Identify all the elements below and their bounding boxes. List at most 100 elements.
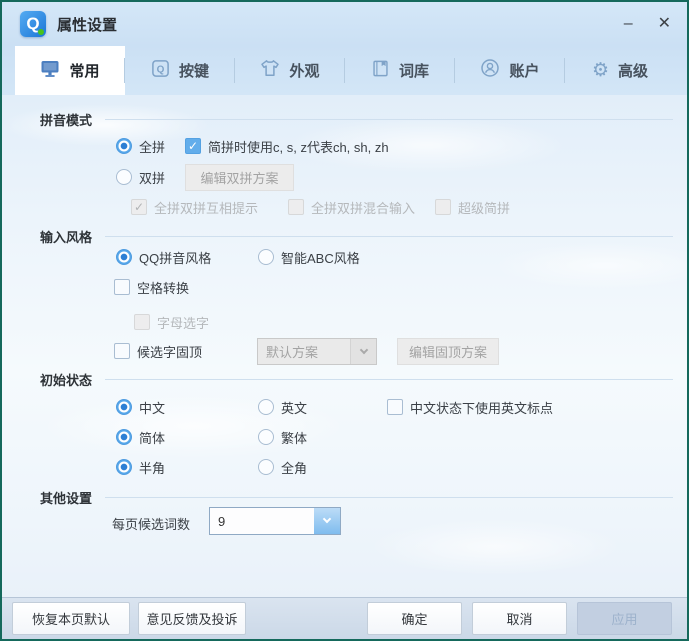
radio-on-icon — [116, 429, 132, 445]
section-other-settings: 其他设置 — [40, 488, 673, 506]
radio-label: 英文 — [281, 398, 307, 417]
tab-label: 常用 — [69, 60, 99, 81]
tab-label: 外观 — [289, 60, 319, 81]
chevron-down-icon[interactable] — [314, 508, 340, 534]
radio-off-icon — [258, 249, 274, 265]
radio-off-icon — [258, 429, 274, 445]
checkbox-mixed-input: 全拼双拼混合输入 — [288, 195, 415, 219]
checkbox-label: 字母选字 — [157, 313, 209, 332]
section-title: 拼音模式 — [40, 110, 92, 129]
checkbox-label: 中文状态下使用英文标点 — [410, 398, 553, 417]
properties-window: Q 属性设置 – ✕ 常用 Q — [0, 0, 689, 641]
select-value: 默认方案 — [258, 339, 350, 364]
radio-english[interactable]: 英文 — [258, 395, 307, 419]
checkbox-label: 简拼时使用c, s, z代表ch, sh, zh — [208, 137, 389, 156]
radio-label: 双拼 — [139, 168, 165, 187]
checkbox-unchecked-icon — [114, 279, 130, 295]
window-controls: – ✕ — [624, 16, 671, 32]
chevron-down-icon — [350, 339, 376, 364]
edit-shuangpin-button: 编辑双拼方案 — [185, 164, 294, 191]
tab-appearance[interactable]: 外观 — [235, 46, 345, 95]
checkbox-checked-icon — [185, 138, 201, 154]
radio-off-icon — [116, 169, 132, 185]
tab-bar: 常用 Q 按键 外观 — [2, 46, 687, 95]
radio-shuangpin[interactable]: 双拼 — [116, 165, 165, 189]
checkbox-disabled-icon — [435, 199, 451, 215]
radio-label: 繁体 — [281, 428, 307, 447]
cancel-button[interactable]: 取消 — [472, 602, 567, 635]
tab-label: 账户 — [509, 60, 539, 81]
checkbox-label: 全拼双拼混合输入 — [311, 198, 415, 217]
tab-account[interactable]: 账户 — [455, 46, 565, 95]
checkbox-disabled-checked-icon — [131, 199, 147, 215]
radio-quanpin[interactable]: 全拼 — [116, 134, 165, 158]
radio-label: 半角 — [139, 458, 165, 477]
section-title: 其他设置 — [40, 488, 92, 507]
q-key-icon: Q — [151, 59, 170, 83]
radio-half-width[interactable]: 半角 — [116, 455, 165, 479]
section-divider — [105, 236, 673, 237]
section-initial-state: 初始状态 — [40, 370, 673, 388]
radio-traditional[interactable]: 繁体 — [258, 425, 307, 449]
radio-on-icon — [116, 249, 132, 265]
radio-on-icon — [116, 459, 132, 475]
tab-keys[interactable]: Q 按键 — [125, 46, 235, 95]
tab-common[interactable]: 常用 — [15, 46, 125, 95]
radio-label: 全拼 — [139, 137, 165, 156]
restore-defaults-button[interactable]: 恢复本页默认 — [12, 602, 130, 635]
titlebar: Q 属性设置 – ✕ — [2, 2, 687, 46]
radio-full-width[interactable]: 全角 — [258, 455, 307, 479]
minimize-icon[interactable]: – — [624, 16, 633, 32]
edit-pin-scheme-button: 编辑固顶方案 — [397, 338, 499, 365]
section-input-style: 输入风格 — [40, 227, 673, 245]
tab-label: 高级 — [618, 60, 648, 81]
checkbox-space-convert[interactable]: 空格转换 — [114, 275, 189, 299]
checkbox-label: 超级简拼 — [458, 198, 510, 217]
settings-panel-common: 拼音模式 全拼 简拼时使用c, s, z代表ch, sh, zh 双拼 编辑双拼… — [2, 95, 687, 597]
section-divider — [105, 119, 673, 120]
svg-text:Q: Q — [157, 64, 165, 75]
checkbox-super-jianpin: 超级简拼 — [435, 195, 510, 219]
radio-off-icon — [258, 399, 274, 415]
tab-label: 词库 — [399, 60, 429, 81]
checkbox-candidate-pin[interactable]: 候选字固顶 — [114, 339, 202, 363]
logo-green-dot — [38, 29, 44, 35]
monitor-icon — [40, 58, 60, 83]
checkbox-disabled-icon — [134, 314, 150, 330]
radio-label: 简体 — [139, 428, 165, 447]
checkbox-jianpin-csz[interactable]: 简拼时使用c, s, z代表ch, sh, zh — [185, 134, 389, 158]
checkbox-letter-select: 字母选字 — [134, 310, 209, 334]
footer-bar: 恢复本页默认 意见反馈及投诉 确定 取消 应用 — [2, 597, 687, 639]
checkbox-label: 空格转换 — [137, 278, 189, 297]
radio-on-icon — [116, 138, 132, 154]
section-divider — [105, 497, 673, 498]
section-title: 输入风格 — [40, 227, 92, 246]
checkbox-english-punct[interactable]: 中文状态下使用英文标点 — [387, 395, 553, 419]
section-title: 初始状态 — [40, 370, 92, 389]
radio-abc-style[interactable]: 智能ABC风格 — [258, 245, 360, 269]
feedback-button[interactable]: 意见反馈及投诉 — [138, 602, 246, 635]
close-icon[interactable]: ✕ — [658, 16, 671, 32]
radio-simplified[interactable]: 简体 — [116, 425, 165, 449]
checkbox-unchecked-icon — [387, 399, 403, 415]
candidates-per-page-label: 每页候选词数 — [112, 514, 190, 533]
radio-chinese[interactable]: 中文 — [116, 395, 165, 419]
tshirt-icon — [260, 58, 280, 83]
tab-label: 按键 — [179, 60, 209, 81]
radio-label: 全角 — [281, 458, 307, 477]
checkbox-disabled-icon — [288, 199, 304, 215]
window-title: 属性设置 — [57, 14, 117, 35]
account-icon — [480, 58, 500, 83]
qq-pinyin-logo-icon: Q — [20, 11, 46, 37]
apply-button: 应用 — [577, 602, 672, 635]
checkbox-label: 候选字固顶 — [137, 342, 202, 361]
book-icon — [371, 59, 390, 83]
radio-qq-style[interactable]: QQ拼音风格 — [116, 245, 211, 269]
select-value: 9 — [210, 508, 314, 534]
tab-dictionary[interactable]: 词库 — [345, 46, 455, 95]
candidates-per-page-select[interactable]: 9 — [209, 507, 341, 535]
section-divider — [105, 379, 673, 380]
ok-button[interactable]: 确定 — [367, 602, 462, 635]
gear-icon: ⚙ — [592, 61, 609, 80]
tab-advanced[interactable]: ⚙ 高级 — [565, 46, 675, 95]
